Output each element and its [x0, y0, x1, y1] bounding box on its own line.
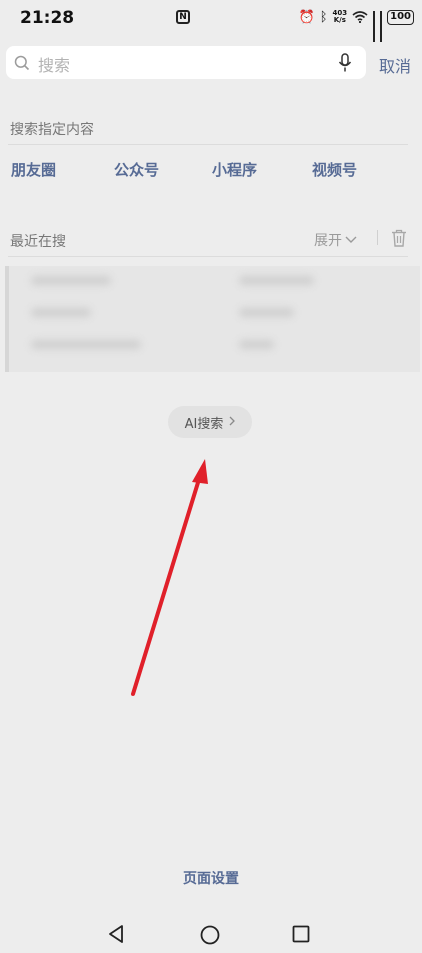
nav-recent-icon[interactable] [292, 925, 310, 947]
nav-home-icon[interactable] [199, 924, 221, 950]
system-nav-bar [0, 915, 422, 953]
page-settings-link[interactable]: 页面设置 [0, 868, 422, 888]
annotation-arrow [131, 459, 208, 696]
nav-back-icon[interactable] [107, 924, 127, 948]
